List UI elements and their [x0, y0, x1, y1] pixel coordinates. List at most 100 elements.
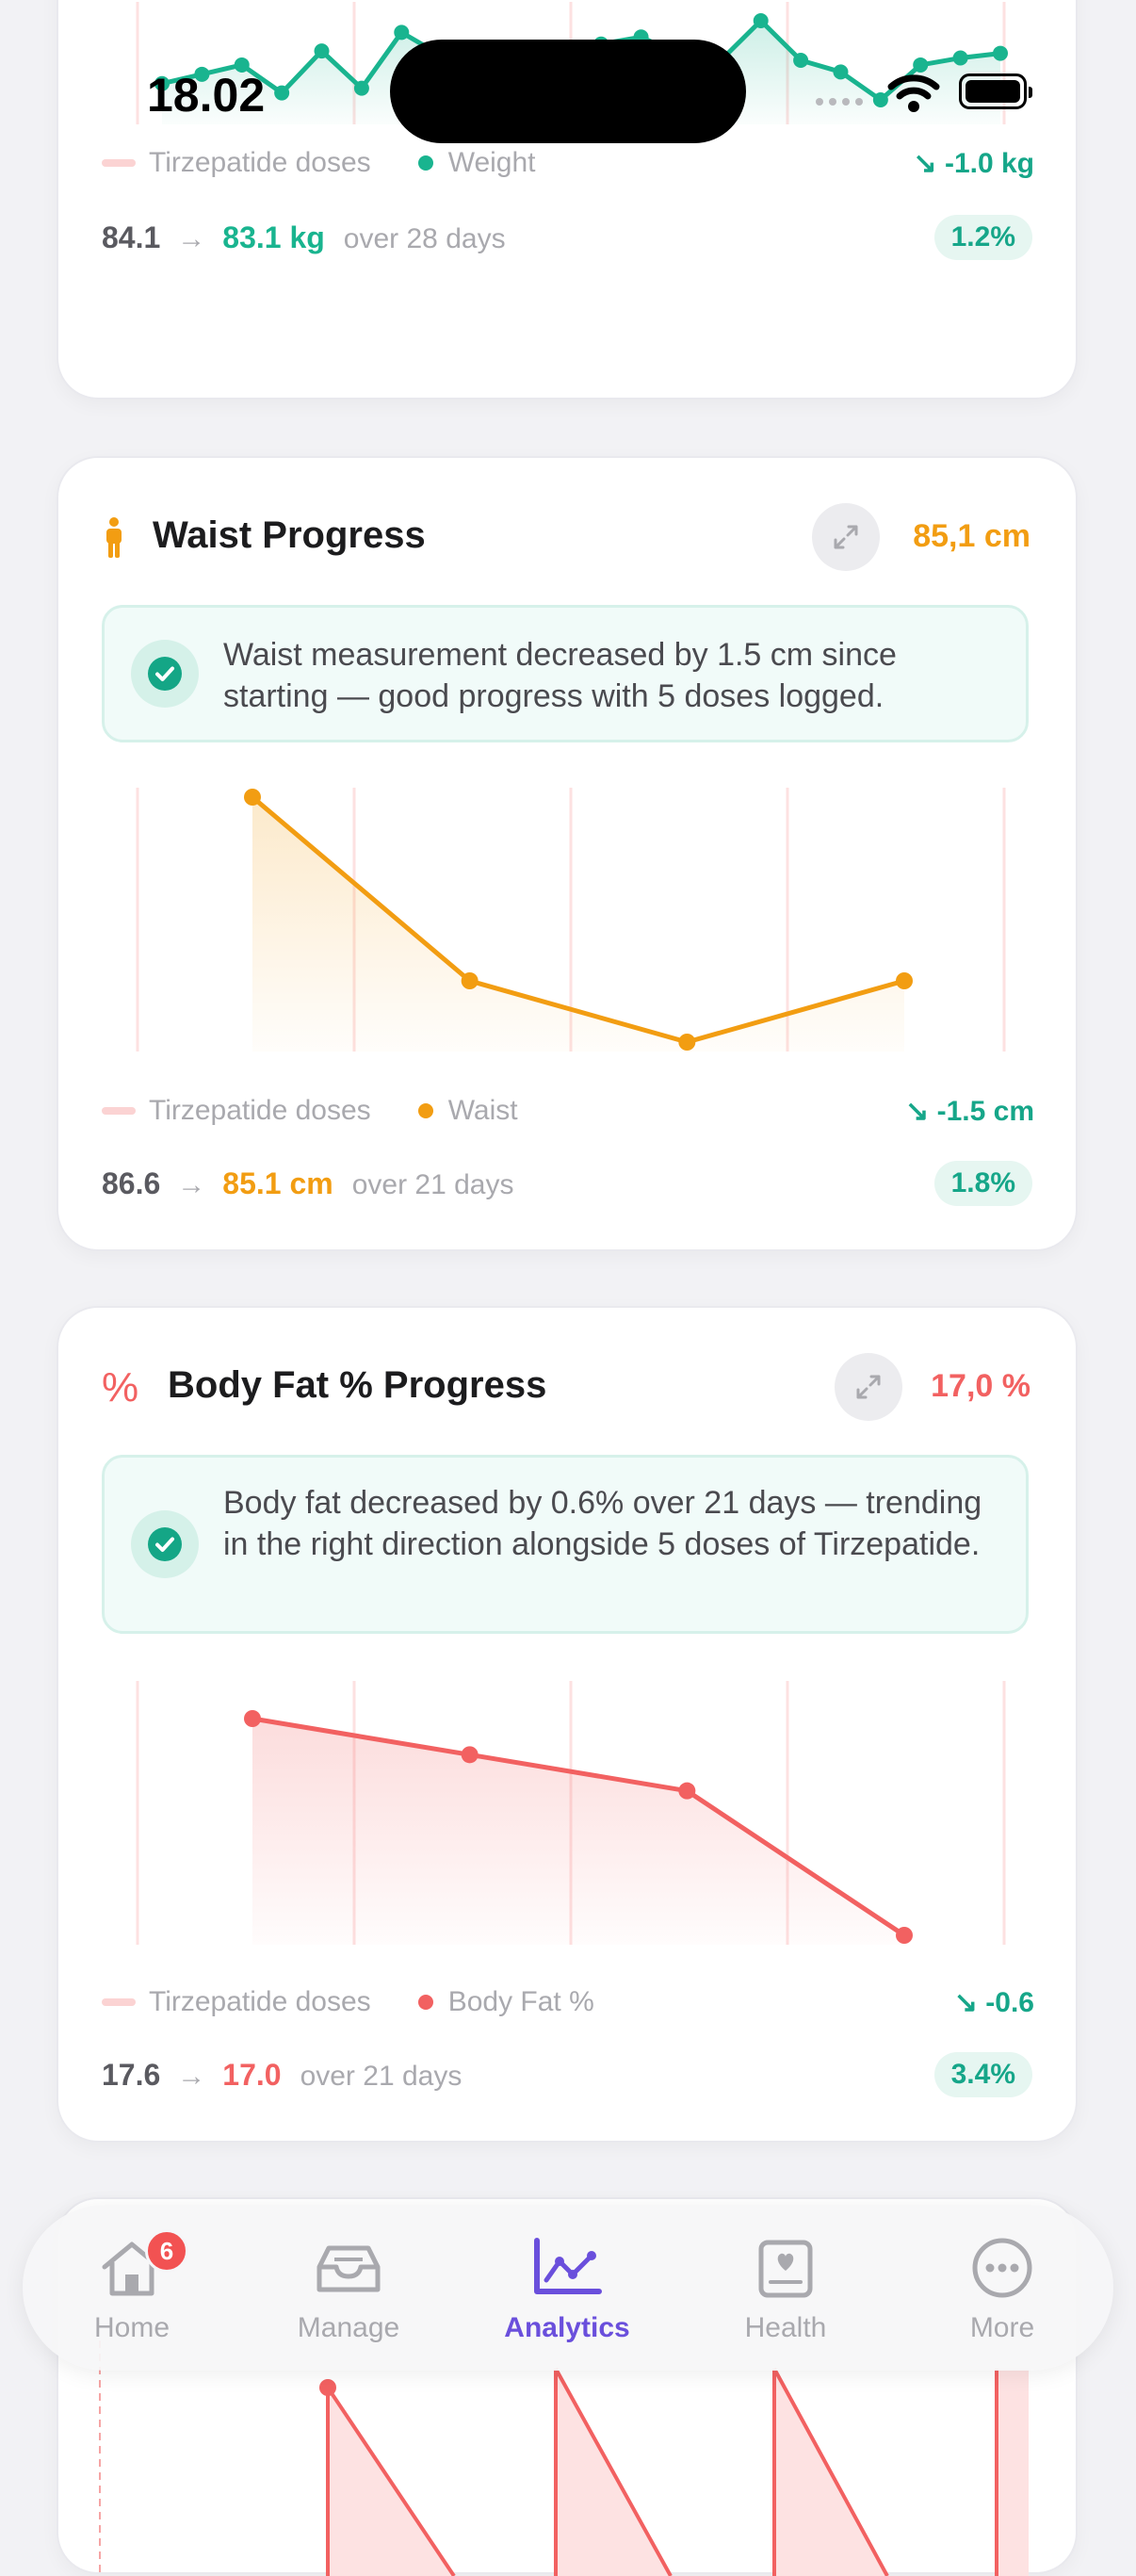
tab-more[interactable]: More	[936, 2229, 1068, 2352]
bodyfat-change-value: -0.6	[985, 1987, 1034, 2018]
tab-health-label: Health	[744, 2312, 827, 2343]
chart-icon	[534, 2238, 602, 2294]
waist-period: over 21 days	[351, 1169, 514, 1200]
dose-legend-swatch	[102, 1107, 136, 1115]
battery-icon	[959, 73, 1032, 109]
data-point	[896, 972, 913, 989]
checkmark-circle-icon	[148, 1527, 182, 1561]
weight-legend: Tirzepatide doses Weight	[102, 147, 536, 179]
tab-home-label: Home	[93, 2312, 170, 2343]
trend-down-icon: ↘	[913, 148, 945, 179]
waist-legend: Tirzepatide doses Waist	[102, 1095, 518, 1127]
data-point	[678, 1034, 696, 1051]
waist-insight-text: Waist measurement decreased by 1.5 cm si…	[223, 637, 897, 714]
waist-legend-dot	[417, 1103, 433, 1118]
percent-icon: %	[102, 1364, 139, 1410]
checkmark-circle-icon	[148, 657, 182, 691]
data-point	[461, 972, 479, 989]
bodyfat-change: ↘ -0.6	[954, 1986, 1034, 2019]
dose-legend-swatch	[102, 1998, 136, 2006]
weight-pct-badge: 1.2%	[933, 215, 1032, 260]
bodyfat-period: over 21 days	[300, 2061, 463, 2092]
waist-current-value: 85,1 cm	[913, 518, 1031, 554]
bodyfat-expand-button[interactable]	[835, 1353, 902, 1421]
bodyfat-current-value: 17,0 %	[931, 1368, 1031, 1404]
tab-analytics-label: Analytics	[504, 2312, 630, 2343]
bodyfat-insight-box: Body fat decreased by 0.6% over 21 days …	[102, 1455, 1029, 1634]
waist-change-value: -1.5 cm	[936, 1096, 1034, 1127]
cellular-signal-icon	[816, 98, 863, 106]
data-point	[274, 85, 290, 101]
weight-legend-dot	[417, 155, 433, 171]
tab-more-label: More	[969, 2312, 1035, 2343]
home-badge: 6	[145, 2229, 188, 2273]
bodyfat-pct-badge: 3.4%	[933, 2052, 1032, 2097]
waist-expand-button[interactable]	[812, 503, 880, 571]
data-point	[353, 80, 369, 96]
expand-icon	[834, 525, 858, 549]
bodyfat-card-title: Body Fat % Progress	[168, 1364, 547, 1406]
bodyfat-legend-label: Body Fat %	[447, 1986, 594, 2017]
expand-icon	[856, 1375, 881, 1399]
bodyfat-insight-text: Body fat decreased by 0.6% over 21 days …	[223, 1485, 982, 1562]
weight-period: over 28 days	[343, 223, 506, 254]
bodyfat-chart	[136, 1681, 1006, 1945]
data-point	[793, 53, 809, 68]
bodyfat-legend-dot	[417, 1995, 433, 2010]
tab-home[interactable]: 6 Home	[66, 2229, 198, 2352]
waist-chart	[136, 788, 1006, 1052]
weight-start-value: 84.1	[102, 220, 161, 254]
data-point	[833, 64, 849, 80]
tab-manage[interactable]: Manage	[283, 2229, 414, 2352]
bodyfat-start-value: 17.6	[102, 2058, 161, 2092]
data-point	[896, 1927, 913, 1944]
wifi-icon	[887, 74, 940, 112]
arrow-right-icon: →	[177, 1169, 206, 1200]
data-point	[913, 57, 929, 73]
dose-legend-label: Tirzepatide doses	[149, 1095, 371, 1126]
bodyfat-legend: Tirzepatide doses Body Fat %	[102, 1986, 594, 2018]
weight-legend-label: Weight	[447, 147, 536, 178]
trend-down-icon: ↘	[953, 1987, 986, 2018]
dose-legend-label: Tirzepatide doses	[149, 147, 371, 178]
trend-down-icon: ↘	[905, 1096, 937, 1127]
data-point	[952, 50, 968, 66]
waist-pct-badge: 1.8%	[933, 1161, 1032, 1206]
waist-legend-label: Waist	[447, 1095, 518, 1126]
waist-summary: 86.6 → 85.1 cm over 21 days	[102, 1166, 513, 1201]
person-icon	[106, 517, 122, 558]
tab-manage-label: Manage	[297, 2312, 400, 2343]
arrow-right-icon: →	[177, 223, 206, 254]
weight-summary: 84.1 → 83.1 kg over 28 days	[102, 220, 506, 255]
data-point	[394, 24, 410, 41]
weight-change-value: -1.0 kg	[944, 148, 1034, 179]
arrow-right-icon: →	[177, 2061, 206, 2092]
waist-start-value: 86.6	[102, 1166, 161, 1200]
data-point	[244, 789, 261, 806]
data-point	[461, 1746, 479, 1764]
weight-change: ↘ -1.0 kg	[913, 147, 1034, 180]
waist-end-value: 85.1 cm	[222, 1166, 333, 1200]
bodyfat-progress-card: % Body Fat % Progress 17,0 % Body fat de…	[57, 1306, 1078, 2143]
data-point	[244, 1710, 261, 1727]
ellipsis-icon	[972, 2238, 1032, 2298]
heart-card-icon	[758, 2240, 813, 2298]
waist-card-title: Waist Progress	[153, 514, 426, 556]
status-bar-time: 18.02	[147, 69, 266, 122]
tab-health[interactable]: Health	[720, 2229, 852, 2352]
dynamic-island	[390, 40, 746, 143]
tray-icon	[316, 2245, 381, 2292]
series-area	[252, 1719, 904, 1945]
data-point	[753, 13, 769, 28]
data-point	[678, 1782, 696, 1800]
bodyfat-summary: 17.6 → 17.0 over 21 days	[102, 2058, 462, 2093]
data-point	[314, 43, 330, 59]
waist-change: ↘ -1.5 cm	[905, 1095, 1034, 1128]
waist-progress-card: Waist Progress 85,1 cm Waist measurement…	[57, 456, 1078, 1251]
tab-analytics[interactable]: Analytics	[492, 2229, 642, 2352]
dose-legend-swatch	[102, 159, 136, 167]
waist-insight-box: Waist measurement decreased by 1.5 cm si…	[102, 605, 1029, 742]
data-point	[993, 45, 1008, 61]
dose-legend-label: Tirzepatide doses	[149, 1986, 371, 2017]
weight-end-value: 83.1 kg	[222, 220, 325, 254]
